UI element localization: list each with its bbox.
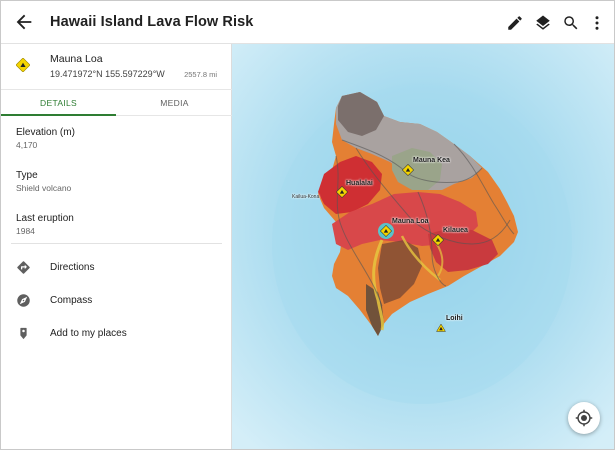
map-label-loihi: Loihi (446, 315, 463, 322)
add-to-my-places-label: Add to my places (50, 328, 127, 339)
place-coordinates: 19.471972°N 155.597229°W (50, 69, 165, 79)
map-label-town: Kailua-Kona (292, 194, 320, 200)
my-location-icon (575, 409, 593, 427)
place-header: Mauna Loa 19.471972°N 155.597229°W 2557.… (1, 44, 232, 88)
tab-media[interactable]: MEDIA (117, 90, 232, 116)
tab-details[interactable]: DETAILS (1, 90, 116, 116)
arrow-left-icon (16, 14, 32, 30)
divider (11, 243, 222, 244)
bookmark-pin-icon (20, 327, 27, 340)
last-eruption-value: 1984 (16, 226, 35, 236)
search-button[interactable] (562, 14, 580, 32)
top-app-bar: Hawaii Island Lava Flow Risk (1, 1, 614, 44)
elevation-value: 4,170 (16, 140, 38, 150)
layers-icon (536, 15, 550, 30)
marker-mauna-loa[interactable] (378, 223, 394, 239)
my-location-button[interactable] (568, 402, 600, 434)
more-vert-icon (595, 16, 599, 30)
tab-bar: DETAILS MEDIA (1, 89, 232, 116)
map-label-kilauea: Kilauea (443, 227, 468, 234)
map-label-mauna-loa: Mauna Loa (392, 218, 429, 225)
compass-label: Compass (50, 295, 93, 306)
app-window: Hawaii Island Lava Flow Risk Mauna Loa 1… (0, 0, 615, 450)
elevation-label: Elevation (m) (16, 127, 75, 138)
add-to-my-places-button[interactable]: Add to my places (1, 319, 232, 349)
more-options-button[interactable] (588, 14, 606, 32)
place-name: Mauna Loa (50, 53, 103, 65)
map-label-hualalai: Hualalai (346, 180, 373, 187)
type-label: Type (16, 170, 38, 181)
place-details-panel: Mauna Loa 19.471972°N 155.597229°W 2557.… (1, 44, 232, 449)
type-value: Shield volcano (16, 183, 72, 193)
compass-icon (17, 294, 30, 307)
edit-button[interactable] (506, 14, 524, 32)
directions-icon (17, 261, 30, 274)
directions-button[interactable]: Directions (1, 253, 232, 283)
pencil-icon (508, 16, 522, 30)
map-canvas (232, 44, 614, 449)
map-label-mauna-kea: Mauna Kea (413, 157, 450, 164)
place-distance: 2557.8 mi (184, 70, 217, 79)
page-title: Hawaii Island Lava Flow Risk (50, 14, 254, 30)
volcano-diamond-icon (16, 58, 30, 72)
map-view[interactable]: Mauna Kea Hualalai Mauna Loa Kilauea Loi… (232, 44, 614, 449)
back-button[interactable] (13, 11, 35, 33)
directions-label: Directions (50, 262, 95, 273)
last-eruption-label: Last eruption (16, 213, 74, 224)
compass-button[interactable]: Compass (1, 286, 232, 316)
search-icon (564, 16, 578, 30)
layers-button[interactable] (534, 14, 552, 32)
